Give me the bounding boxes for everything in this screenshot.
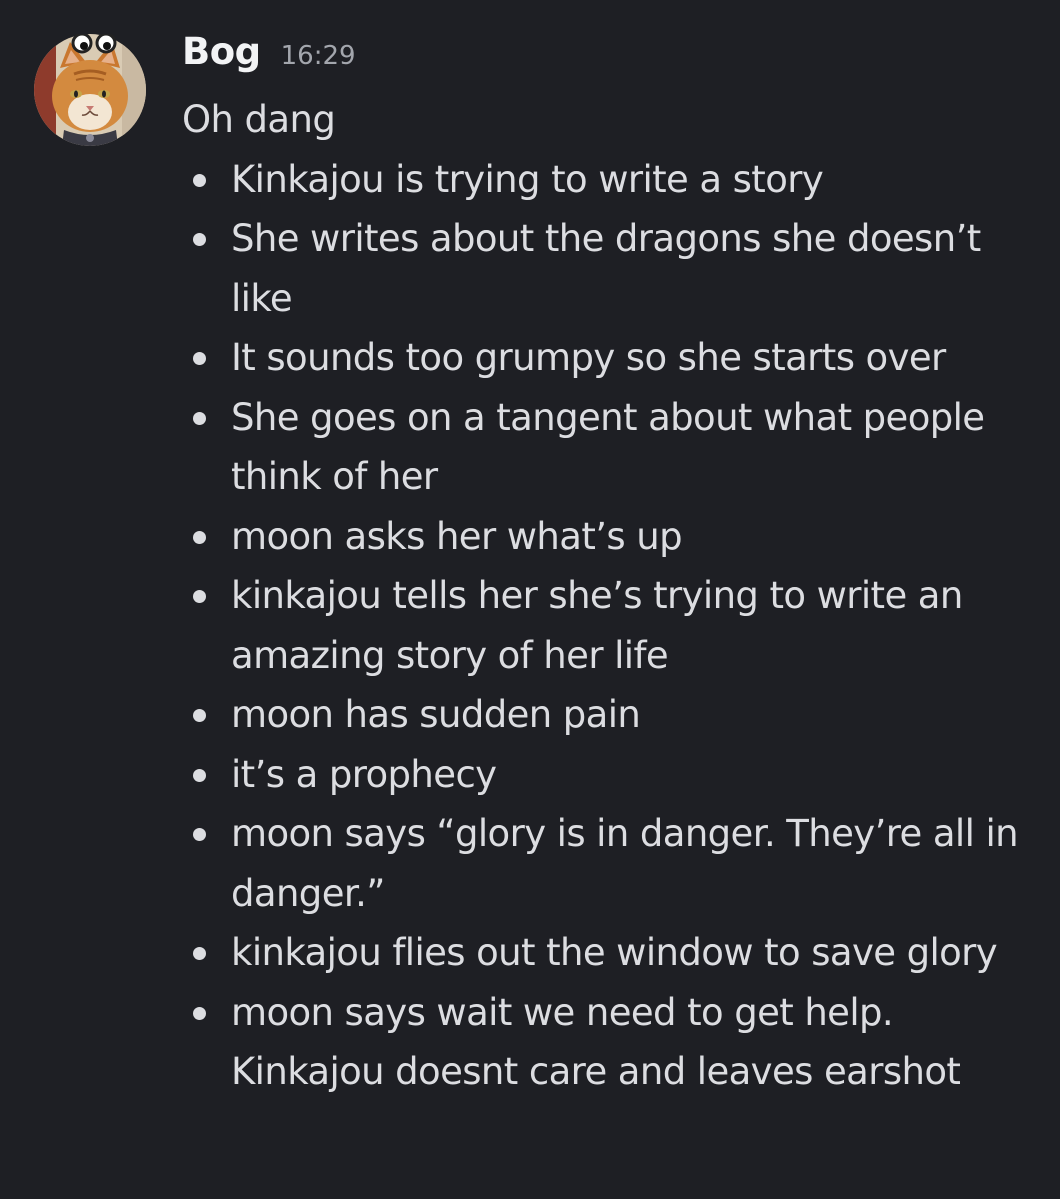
bullet-list: Kinkajou is trying to write a story She … — [182, 150, 1042, 1102]
bullet-icon — [193, 173, 206, 187]
list-item-text: She goes on a tangent about what people … — [231, 395, 985, 499]
list-item: moon has sudden pain — [182, 685, 1042, 745]
list-item: kinkajou flies out the window to save gl… — [182, 923, 1042, 983]
bullet-icon — [193, 411, 206, 425]
bullet-icon — [193, 352, 206, 365]
bullet-icon — [193, 768, 206, 782]
list-item-text: It sounds too grumpy so she starts over — [231, 336, 946, 379]
list-item-text: kinkajou tells her she’s trying to write… — [231, 574, 963, 677]
list-item: She writes about the dragons she doesn’t… — [182, 209, 1042, 328]
bullet-icon — [193, 828, 206, 841]
bullet-icon — [193, 530, 206, 544]
list-item: kinkajou tells her she’s trying to write… — [182, 566, 1042, 685]
bullet-icon — [193, 709, 206, 722]
list-item: moon asks her what’s up — [182, 507, 1042, 567]
list-item: She goes on a tangent about what people … — [182, 388, 1042, 507]
message-content: Oh dang Kinkajou is trying to write a st… — [182, 90, 1042, 1102]
cat-avatar-with-googly-eyes-icon — [34, 34, 146, 146]
bullet-icon — [193, 947, 206, 960]
chat-message: Bog 16:29 Oh dang Kinkajou is trying to … — [0, 0, 1060, 1199]
list-item: it’s a prophecy — [182, 745, 1042, 805]
list-item: Kinkajou is trying to write a story — [182, 150, 1042, 210]
list-item-text: moon says wait we need to get help. Kink… — [231, 990, 961, 1094]
message-timestamp: 16:29 — [280, 41, 356, 71]
message-text: Oh dang — [182, 98, 336, 141]
message-header: Bog 16:29 — [182, 30, 356, 82]
user-avatar[interactable] — [34, 34, 146, 146]
list-item-text: moon asks her what’s up — [231, 514, 683, 558]
list-item: moon says “glory is in danger. They’re a… — [182, 804, 1042, 923]
bullet-icon — [193, 590, 206, 603]
list-item-text: She writes about the dragons she doesn’t… — [231, 217, 981, 320]
username[interactable]: Bog — [182, 30, 261, 73]
list-item-text: moon says “glory is in danger. They’re a… — [231, 812, 1019, 915]
list-item: moon says wait we need to get help. Kink… — [182, 983, 1042, 1102]
list-item: It sounds too grumpy so she starts over — [182, 328, 1042, 388]
bullet-icon — [193, 1006, 206, 1020]
list-item-text: it’s a prophecy — [231, 752, 497, 796]
bullet-icon — [193, 233, 206, 246]
list-item-text: Kinkajou is trying to write a story — [231, 157, 824, 201]
list-item-text: kinkajou flies out the window to save gl… — [231, 931, 998, 974]
list-item-text: moon has sudden pain — [231, 693, 641, 736]
